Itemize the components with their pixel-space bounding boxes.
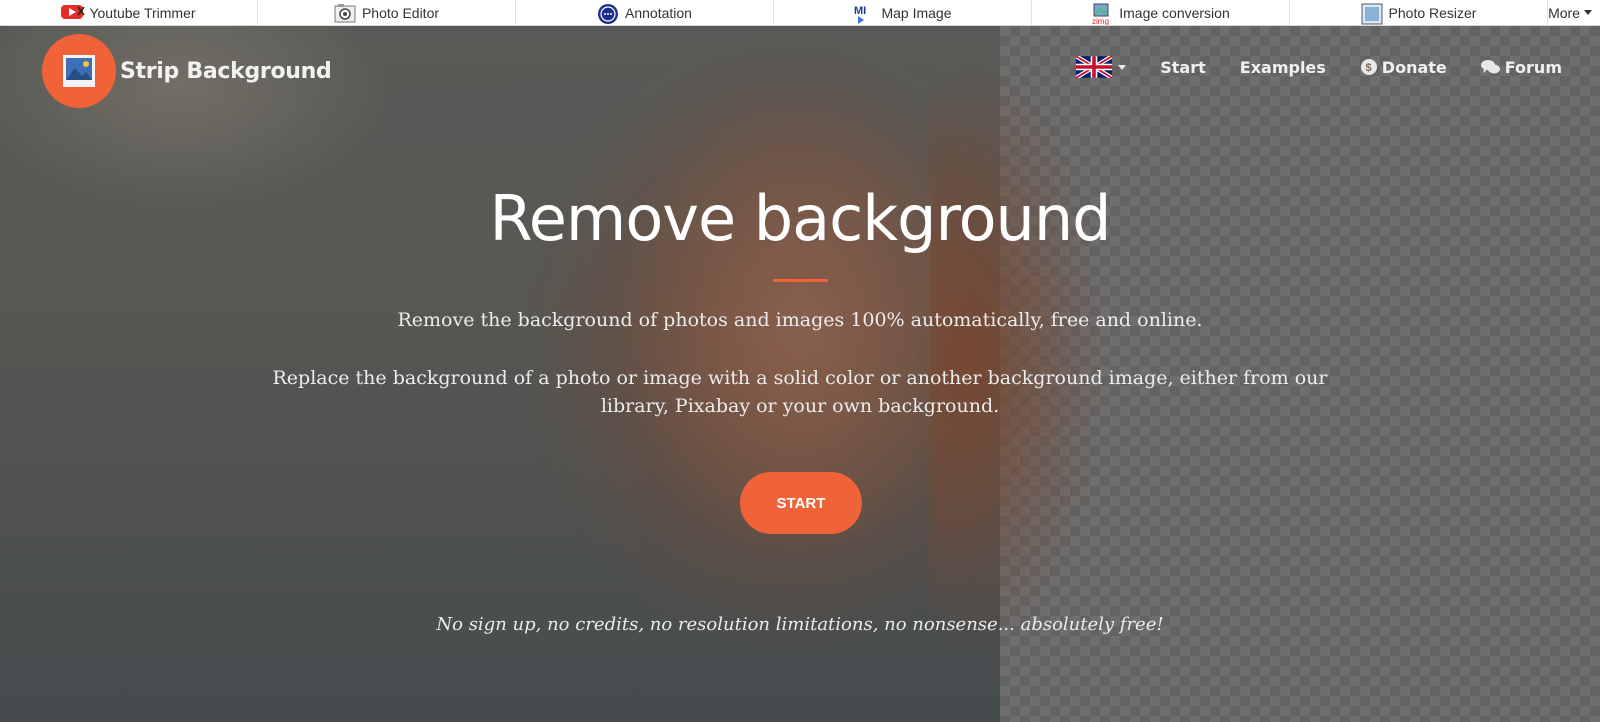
tool-youtube-trimmer[interactable]: Youtube Trimmer xyxy=(0,0,258,26)
tool-label: Annotation xyxy=(625,4,692,21)
nav-examples-label: Examples xyxy=(1239,57,1326,77)
main-nav: Start Examples $ Donate Forum xyxy=(1076,56,1562,78)
more-label: More xyxy=(1548,4,1580,21)
tool-label: Youtube Trimmer xyxy=(89,4,196,21)
nav-start[interactable]: Start xyxy=(1160,58,1206,77)
picture-icon xyxy=(42,34,116,108)
chat-bubbles-icon xyxy=(1480,60,1500,74)
tool-photo-editor[interactable]: Photo Editor xyxy=(258,0,516,26)
money-bag-icon: $ xyxy=(1360,59,1377,75)
hero-section: Strip Background Start Examples $ Donate xyxy=(0,26,1600,722)
nav-forum-label: Forum xyxy=(1504,57,1562,77)
nav-donate-label: Donate xyxy=(1381,57,1447,77)
tool-image-conversion[interactable]: zimg Image conversion xyxy=(1032,0,1290,26)
tool-label: Photo Resizer xyxy=(1388,4,1477,21)
page-title: Remove background xyxy=(489,182,1111,255)
map-image-icon: MI xyxy=(853,3,875,24)
uk-flag-icon xyxy=(1076,56,1113,78)
brand-logo[interactable]: Strip Background xyxy=(42,34,332,108)
start-button[interactable]: START xyxy=(740,472,862,534)
tools-bar: Youtube Trimmer Photo Editor Annotation … xyxy=(0,0,1600,26)
photo-resizer-icon xyxy=(1361,3,1383,24)
hero-description-text: Replace the background of a photo or ima… xyxy=(272,367,1328,417)
svg-text:$: $ xyxy=(1365,62,1371,74)
hero-lead-text: Remove the background of photos and imag… xyxy=(397,309,1203,331)
tool-photo-resizer[interactable]: Photo Resizer xyxy=(1290,0,1548,26)
tool-label: Image conversion xyxy=(1119,4,1230,21)
svg-text:zimg: zimg xyxy=(1092,17,1109,25)
camera-icon xyxy=(334,3,356,23)
youtube-trimmer-icon xyxy=(61,3,86,23)
chevron-down-icon xyxy=(1118,64,1127,70)
brand-name: Strip Background xyxy=(120,58,332,84)
more-menu[interactable]: More xyxy=(1548,0,1600,26)
language-selector[interactable] xyxy=(1076,56,1127,78)
tool-map-image[interactable]: MI Map Image xyxy=(774,0,1032,26)
tool-label: Photo Editor xyxy=(361,4,440,21)
tool-label: Map Image xyxy=(881,4,952,21)
image-conversion-icon: zimg xyxy=(1091,3,1113,26)
hero-tagline: No sign up, no credits, no resolution li… xyxy=(436,614,1164,635)
nav-forum[interactable]: Forum xyxy=(1480,57,1562,77)
annotation-icon xyxy=(597,3,619,24)
svg-text:MI: MI xyxy=(854,5,866,17)
title-divider xyxy=(773,279,828,282)
nav-donate[interactable]: $ Donate xyxy=(1360,58,1447,77)
chevron-down-icon xyxy=(1584,10,1592,15)
nav-examples[interactable]: Examples xyxy=(1240,58,1326,77)
nav-start-label: Start xyxy=(1160,57,1206,77)
tool-annotation[interactable]: Annotation xyxy=(516,0,774,26)
